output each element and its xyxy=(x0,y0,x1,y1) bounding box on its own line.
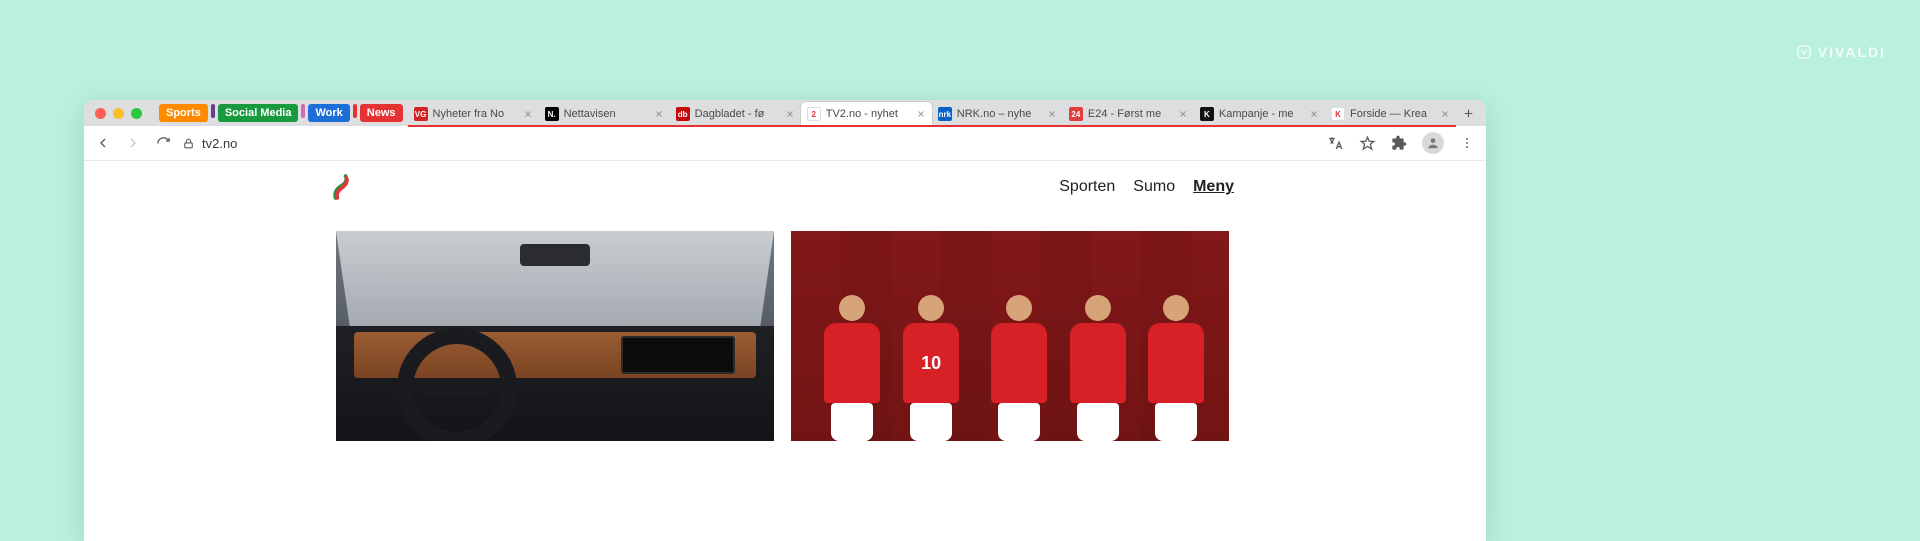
tv2-logo[interactable] xyxy=(330,172,352,202)
article-card-football[interactable]: 10 xyxy=(791,231,1229,441)
stack-label: Social Media xyxy=(225,107,292,119)
close-tab-icon[interactable] xyxy=(1178,109,1188,119)
tab-title: Nyheter fra No xyxy=(433,108,518,120)
lock-icon xyxy=(182,137,195,150)
tab-title: TV2.no - nyhet xyxy=(826,108,911,120)
stack-color-strip xyxy=(1194,125,1325,127)
stack-color-strip xyxy=(1063,125,1194,127)
close-tab-icon[interactable] xyxy=(1047,109,1057,119)
stack-indicator xyxy=(211,104,215,118)
tab-stack-news[interactable]: News xyxy=(360,104,403,122)
favicon: VG xyxy=(414,107,428,121)
close-tab-icon[interactable] xyxy=(654,109,664,119)
close-tab-icon[interactable] xyxy=(523,109,533,119)
maximize-window-button[interactable] xyxy=(131,108,142,119)
nav-sporten[interactable]: Sporten xyxy=(1059,178,1115,196)
tab-bar: Sports Social Media Work News VG Nyheter … xyxy=(84,100,1486,126)
stack-label: Work xyxy=(315,107,342,119)
translate-icon[interactable] xyxy=(1326,134,1344,152)
tab-title: Dagbladet - fø xyxy=(695,108,780,120)
tab-dagbladet[interactable]: db Dagbladet - fø xyxy=(670,102,801,126)
forward-button[interactable] xyxy=(124,134,142,152)
stack-indicator xyxy=(301,104,305,118)
tab-nettavisen[interactable]: N. Nettavisen xyxy=(539,102,670,126)
bookmark-icon[interactable] xyxy=(1358,134,1376,152)
site-header: Sporten Sumo Meny xyxy=(84,161,1486,213)
favicon: K xyxy=(1331,107,1345,121)
tab-stack-social[interactable]: Social Media xyxy=(218,104,299,122)
tab-e24[interactable]: 24 E24 - Først me xyxy=(1063,102,1194,126)
new-tab-button[interactable] xyxy=(1456,101,1480,125)
stack-color-strip xyxy=(670,125,801,127)
football-image: 10 xyxy=(791,231,1229,441)
nav-meny[interactable]: Meny xyxy=(1193,178,1234,196)
close-tab-icon[interactable] xyxy=(916,109,926,119)
back-button[interactable] xyxy=(94,134,112,152)
tab-nyheter[interactable]: VG Nyheter fra No xyxy=(408,102,539,126)
minimize-window-button[interactable] xyxy=(113,108,124,119)
close-tab-icon[interactable] xyxy=(1309,109,1319,119)
tab-stack-work[interactable]: Work xyxy=(308,104,349,122)
stack-color-strip xyxy=(408,125,539,127)
tab-title: E24 - Først me xyxy=(1088,108,1173,120)
stack-label: Sports xyxy=(166,107,201,119)
car-interior-image xyxy=(336,231,774,441)
stack-color-strip xyxy=(1325,125,1456,127)
tab-nrk[interactable]: nrk NRK.no – nyhe xyxy=(932,102,1063,126)
url-field[interactable]: tv2.no xyxy=(182,136,1316,151)
tab-title: Nettavisen xyxy=(564,108,649,120)
close-tab-icon[interactable] xyxy=(785,109,795,119)
tab-title: Forside — Krea xyxy=(1350,108,1435,120)
favicon: N. xyxy=(545,107,559,121)
stack-color-strip xyxy=(801,125,932,127)
tab-kreativt[interactable]: K Forside — Krea xyxy=(1325,102,1456,126)
close-window-button[interactable] xyxy=(95,108,106,119)
url-text: tv2.no xyxy=(202,136,237,151)
kebab-menu-icon[interactable] xyxy=(1458,134,1476,152)
favicon: db xyxy=(676,107,690,121)
close-tab-icon[interactable] xyxy=(1440,109,1450,119)
tab-stack-sports[interactable]: Sports xyxy=(159,104,208,122)
address-bar: tv2.no xyxy=(84,126,1486,161)
tab-stacks: Sports Social Media Work News xyxy=(159,104,403,122)
stack-label: News xyxy=(367,107,396,119)
site-nav: Sporten Sumo Meny xyxy=(1059,178,1234,196)
article-grid: 10 xyxy=(84,213,1486,441)
tab-title: NRK.no – nyhe xyxy=(957,108,1042,120)
tab-kampanje[interactable]: K Kampanje - me xyxy=(1194,102,1325,126)
page-viewport: Sporten Sumo Meny 10 xyxy=(84,161,1486,541)
profile-avatar[interactable] xyxy=(1422,132,1444,154)
favicon: 24 xyxy=(1069,107,1083,121)
extensions-icon[interactable] xyxy=(1390,134,1408,152)
tab-title: Kampanje - me xyxy=(1219,108,1304,120)
favicon: nrk xyxy=(938,107,952,121)
favicon: K xyxy=(1200,107,1214,121)
reload-button[interactable] xyxy=(154,134,172,152)
tabs-row: VG Nyheter fra No N. Nettavisen db Dagbladet … xyxy=(408,100,1456,126)
stack-color-strip xyxy=(932,125,1063,127)
stack-indicator xyxy=(353,104,357,118)
stack-color-strip xyxy=(539,125,670,127)
vivaldi-watermark: VIVALDI xyxy=(1796,44,1886,60)
tab-tv2[interactable]: 2 TV2.no - nyhet xyxy=(801,102,932,126)
window-controls xyxy=(90,108,149,119)
favicon: 2 xyxy=(807,107,821,121)
browser-window: Sports Social Media Work News VG Nyheter … xyxy=(84,100,1486,541)
nav-sumo[interactable]: Sumo xyxy=(1133,178,1175,196)
article-card-car[interactable] xyxy=(336,231,774,441)
watermark-text: VIVALDI xyxy=(1818,44,1886,60)
